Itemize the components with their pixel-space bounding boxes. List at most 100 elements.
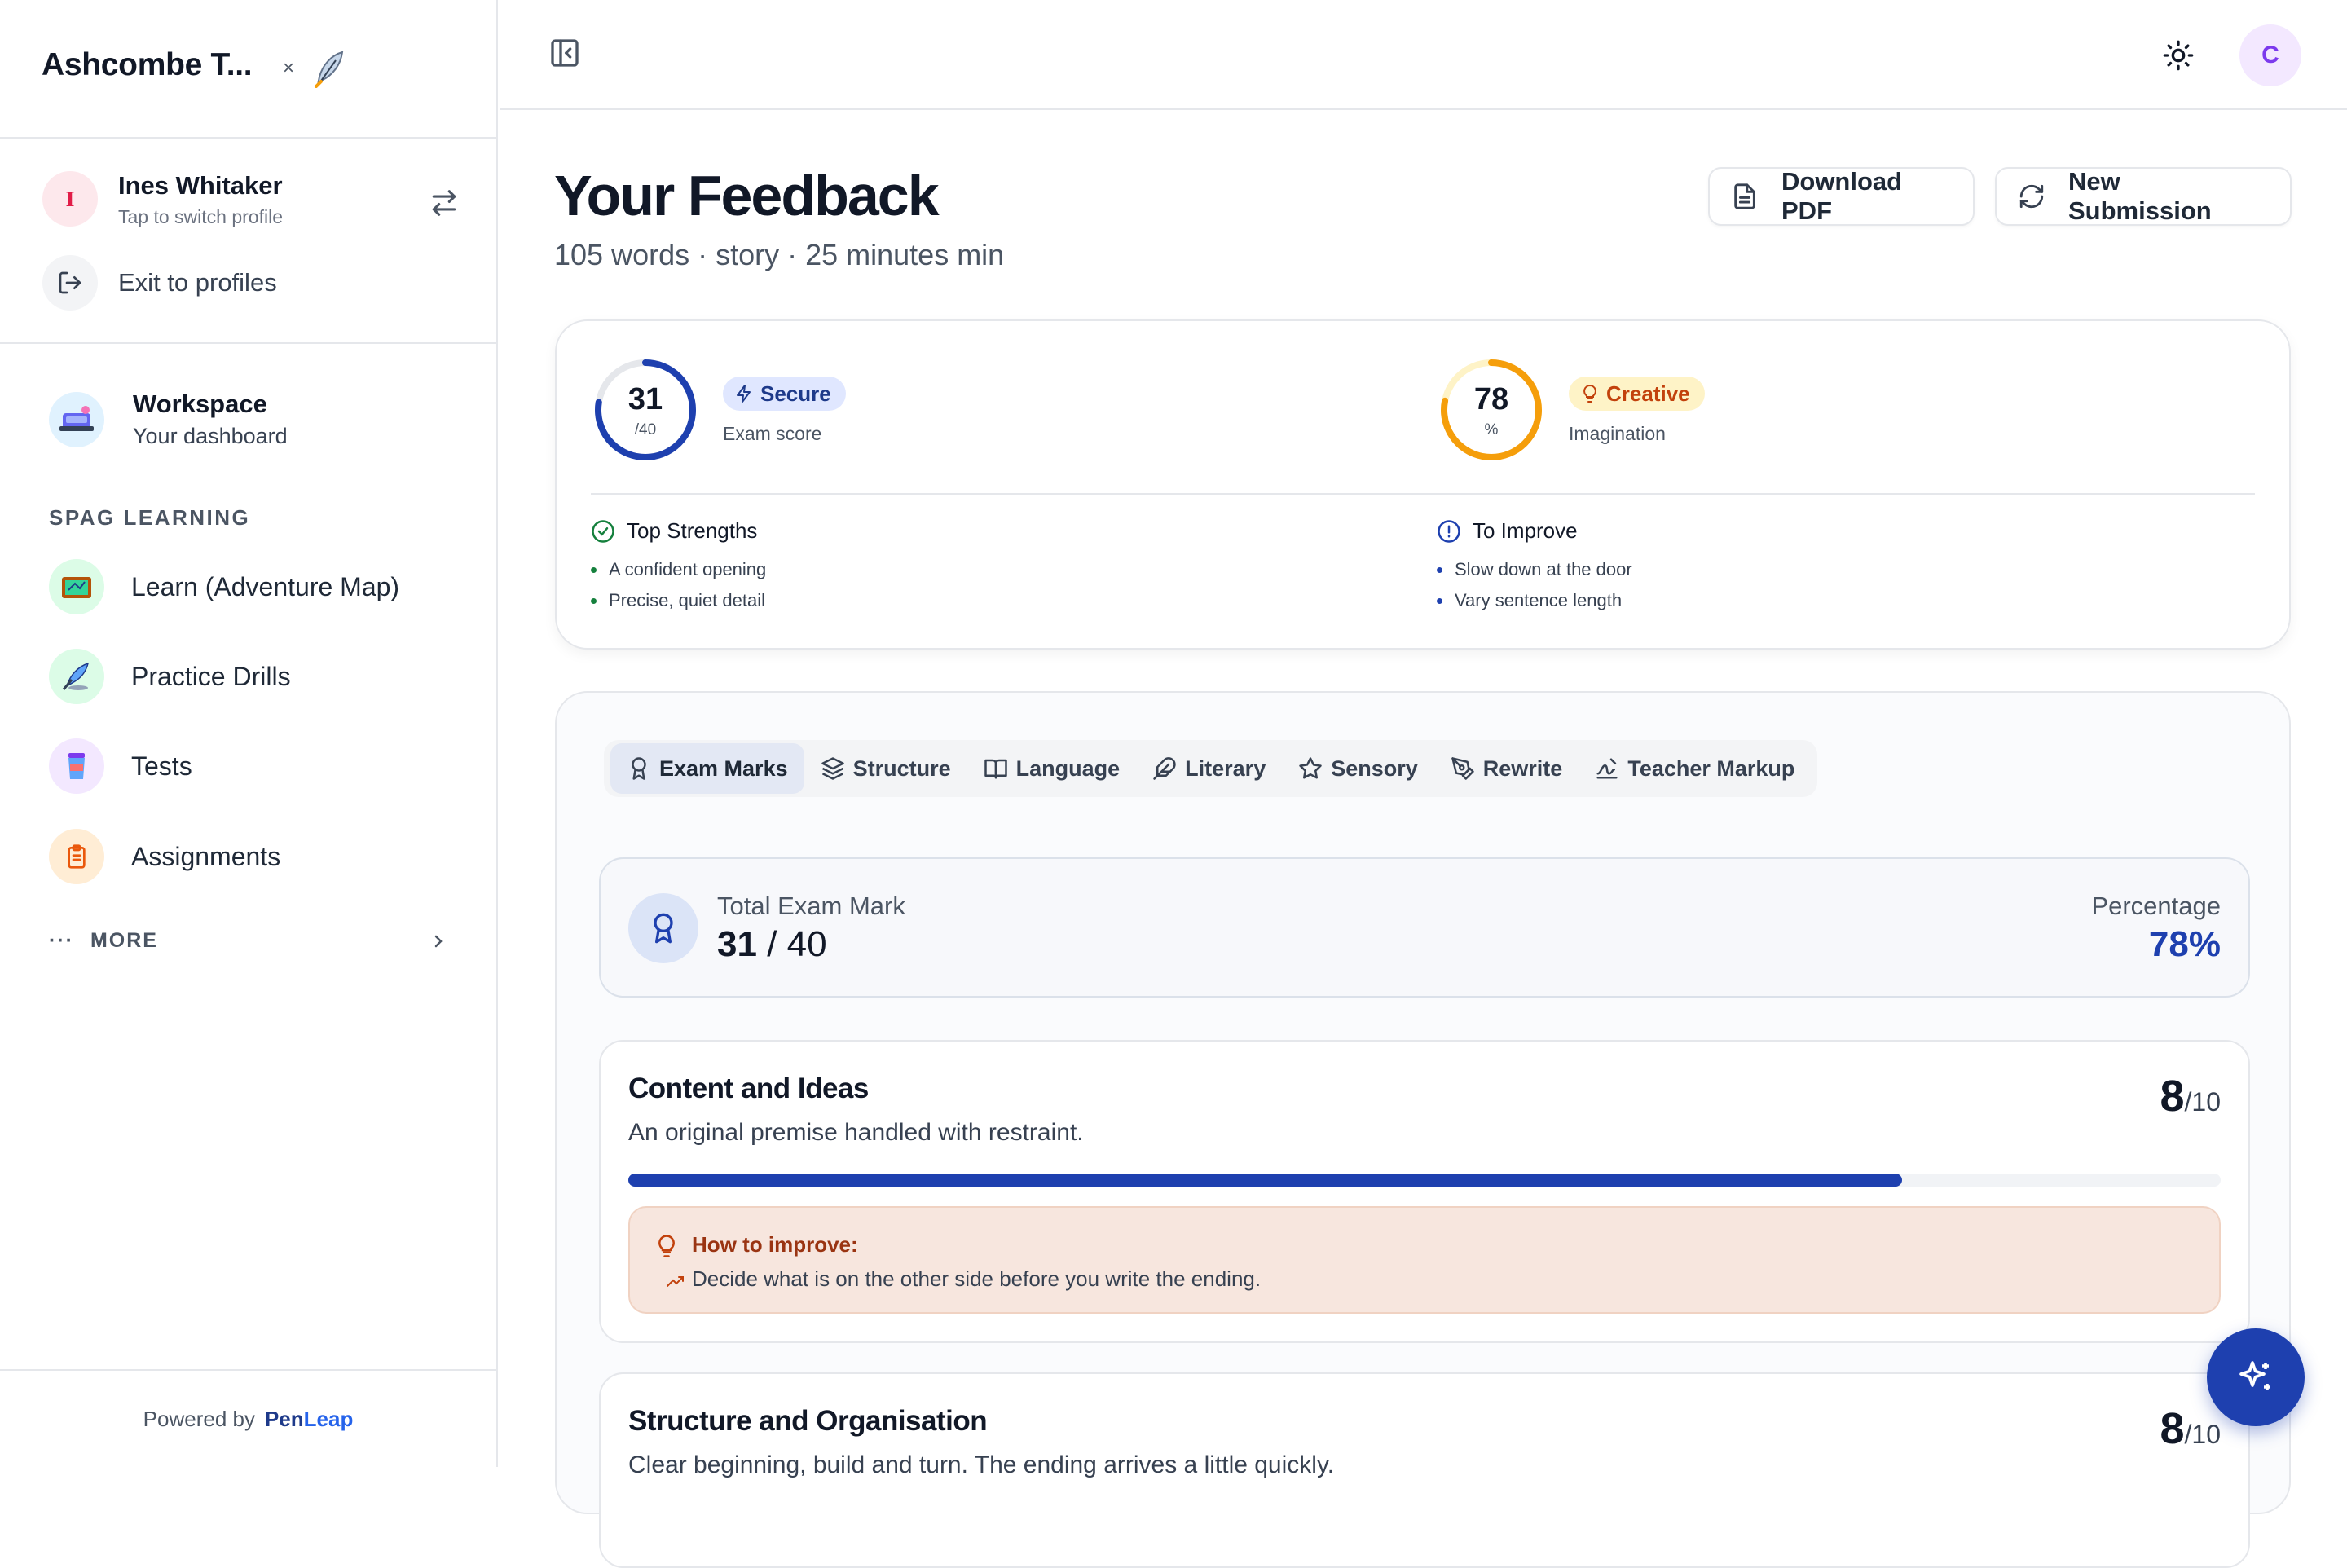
main-content: C Your Feedback 105 words · story · 25 m… [500,0,2347,1568]
clipboard-icon [49,829,104,884]
collapse-sidebar-icon[interactable] [548,37,581,69]
hint-text: Decide what is on the other side before … [667,1266,1261,1292]
criterion-description: Clear beginning, build and turn. The end… [628,1451,1335,1478]
signature-icon [1595,756,1627,781]
tab-language[interactable]: Language [967,743,1137,794]
tab-exam-marks[interactable]: Exam Marks [610,743,804,794]
strengths-list: A confident opening Precise, quiet detai… [591,554,766,616]
sidebar-item-practice[interactable]: Practice Drills [49,649,291,704]
logout-icon [42,255,98,311]
criterion-score-value: 8 [2160,1072,2185,1121]
trend-up-icon [667,1276,684,1287]
criterion-score-value: 8 [2160,1404,2185,1453]
total-label: Total Exam Mark [717,892,905,920]
user-avatar[interactable]: C [2239,24,2301,86]
criterion-title: Content and Ideas [628,1072,869,1104]
more-label: MORE [90,929,158,952]
list-item: Vary sentence length [1437,585,1632,616]
org-close-button[interactable]: × [283,57,294,80]
workspace-link[interactable]: Workspace Your dashboard [49,390,288,449]
tab-label: Structure [852,755,951,781]
imagination-unit: % [1484,421,1499,438]
criterion-card-content: Content and Ideas An original premise ha… [599,1040,2250,1343]
criterion-title: Structure and Organisation [628,1405,988,1437]
section-label: SPAG LEARNING [49,505,251,530]
bulb-icon [1580,384,1606,403]
map-icon [49,559,104,614]
refresh-icon [2018,183,2068,210]
page-subtitle: 105 words · story · 25 minutes min [554,238,1005,271]
percentage-value: 78% [2148,924,2221,964]
criterion-card-structure: Structure and Organisation Clear beginni… [599,1372,2250,1568]
org-title[interactable]: Ashcombe T... [42,47,253,83]
total-score: 31 [717,924,757,964]
file-icon [1731,183,1781,210]
brand-b: Leap [303,1406,354,1431]
sidebar: Ashcombe T... × I Ines Whitaker Tap to s… [0,0,498,1467]
exit-to-profiles-button[interactable]: Exit to profiles [42,255,277,311]
total-exam-mark-card: Total Exam Mark 31 / 40 Percentage 78% [599,857,2250,998]
total-max: / 40 [767,924,827,964]
brand-a: Pen [264,1406,304,1431]
ellipsis-icon: ··· [49,929,74,952]
sidebar-item-assignments[interactable]: Assignments [49,829,280,884]
summary-card: 31 /40 Secure Exam score 78 % Creative I… [555,319,2291,650]
book-icon [984,756,1016,781]
new-submission-button[interactable]: New Submission [1995,167,2292,226]
feather-icon [1152,756,1185,781]
exam-score-max: /40 [634,421,657,438]
tab-teacher-markup[interactable]: Teacher Markup [1579,743,1811,794]
profile-avatar[interactable]: I [42,171,98,227]
more-button[interactable]: ··· MORE [49,929,448,953]
creative-badge-label: Creative [1606,381,1690,406]
switch-profile-icon[interactable] [429,187,460,218]
sidebar-header: Ashcombe T... × [0,0,496,139]
sidebar-divider [0,342,496,344]
tab-literary[interactable]: Literary [1136,743,1282,794]
powered-by-label: Powered by [143,1406,255,1431]
tab-label: Sensory [1331,755,1418,781]
award-icon [628,893,698,963]
exam-score-ring: 31 /40 [593,358,698,462]
award-icon [627,756,659,781]
creative-badge: Creative [1569,377,1705,411]
cup-icon [49,738,104,794]
tab-structure[interactable]: Structure [804,743,967,794]
sidebar-item-label: Practice Drills [131,661,291,691]
tab-sensory[interactable]: Sensory [1282,743,1434,794]
alert-circle-icon [1437,519,1473,544]
workspace-title: Workspace [133,390,267,418]
page-title: Your Feedback [554,164,940,227]
strengths-heading: Top Strengths [591,518,757,544]
bulb-icon [654,1234,679,1258]
criterion-progress-bar [628,1174,2221,1187]
strengths-title: Top Strengths [627,518,758,543]
progress-fill [628,1174,1903,1187]
sidebar-item-label: Tests [131,751,192,781]
exam-score-caption: Exam score [723,423,822,444]
sun-icon[interactable] [2162,39,2195,72]
sidebar-item-learn[interactable]: Learn (Adventure Map) [49,559,399,614]
tab-rewrite[interactable]: Rewrite [1434,743,1579,794]
brand-logo[interactable]: PenLeap [265,1407,353,1432]
sidebar-item-tests[interactable]: Tests [49,738,192,794]
download-pdf-button[interactable]: Download PDF [1708,167,1975,226]
details-card: Exam Marks Structure Language Literary S… [555,691,2291,1568]
sidebar-item-label: Assignments [131,841,281,871]
ai-assistant-button[interactable] [2207,1328,2305,1426]
list-item: A confident opening [591,554,766,585]
tab-label: Rewrite [1482,755,1563,781]
imagination-value: 78 [1473,382,1509,416]
check-circle-icon [591,519,627,544]
profile-subtitle: Tap to switch profile [118,206,283,227]
sidebar-footer: Powered by PenLeap [0,1369,496,1467]
sparkles-icon [2236,1358,2275,1397]
quill-icon [49,649,104,704]
improve-title: To Improve [1473,518,1578,543]
profile-name[interactable]: Ines Whitaker [118,171,283,200]
improve-list: Slow down at the door Vary sentence leng… [1437,554,1632,616]
list-item: Precise, quiet detail [591,585,766,616]
tab-label: Teacher Markup [1627,755,1795,781]
secure-badge: Secure [723,377,846,411]
hint-title: How to improve: [692,1232,858,1257]
